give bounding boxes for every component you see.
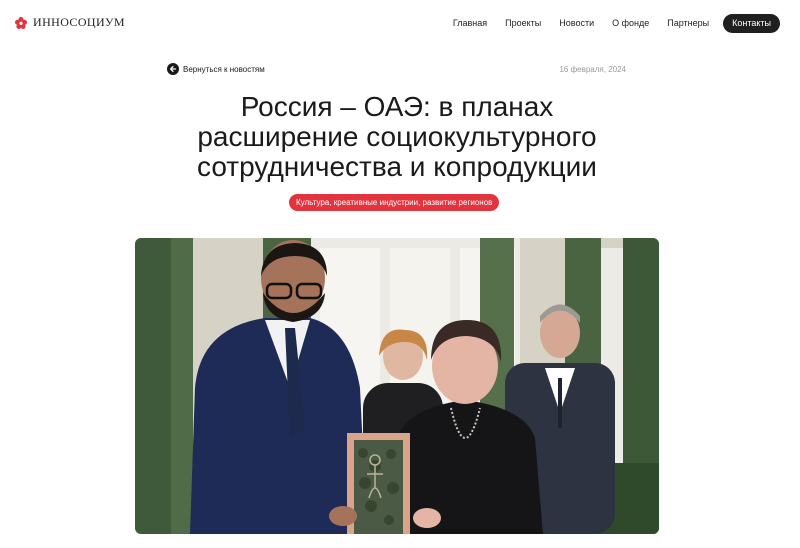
- nav-item-news[interactable]: Новости: [559, 13, 594, 33]
- title-line: расширение социокультурного: [197, 121, 597, 152]
- nav-item-about[interactable]: О фонде: [612, 13, 649, 33]
- logo[interactable]: ИННОСОЦИУМ: [14, 15, 125, 30]
- main-nav: Главная Проекты Новости О фонде Партнеры…: [435, 13, 780, 33]
- title-line: сотрудничества и копродукции: [197, 151, 597, 182]
- contacts-button[interactable]: Контакты: [723, 13, 780, 33]
- article-title: Россия – ОАЭ: в планах расширение социок…: [150, 92, 644, 182]
- nav-item-home[interactable]: Главная: [453, 13, 487, 33]
- arrow-left-icon: [167, 63, 179, 75]
- logo-text: ИННОСОЦИУМ: [33, 15, 125, 29]
- category-tag[interactable]: Культура, креативные индустрии, развитие…: [289, 194, 500, 211]
- nav-item-projects[interactable]: Проекты: [505, 13, 541, 33]
- back-to-news-link[interactable]: Вернуться к новостям: [167, 63, 265, 75]
- photo-illustration: [135, 238, 659, 534]
- title-line: Россия – ОАЭ: в планах: [240, 91, 554, 122]
- nav-item-partners[interactable]: Партнеры: [667, 13, 709, 33]
- site-header: ИННОСОЦИУМ Главная Проекты Новости О фон…: [0, 0, 800, 46]
- article-photo: [135, 238, 659, 534]
- article-date: 16 февраля, 2024: [559, 65, 626, 74]
- logo-mark-icon: [14, 16, 28, 29]
- back-link-label: Вернуться к новостям: [183, 64, 265, 74]
